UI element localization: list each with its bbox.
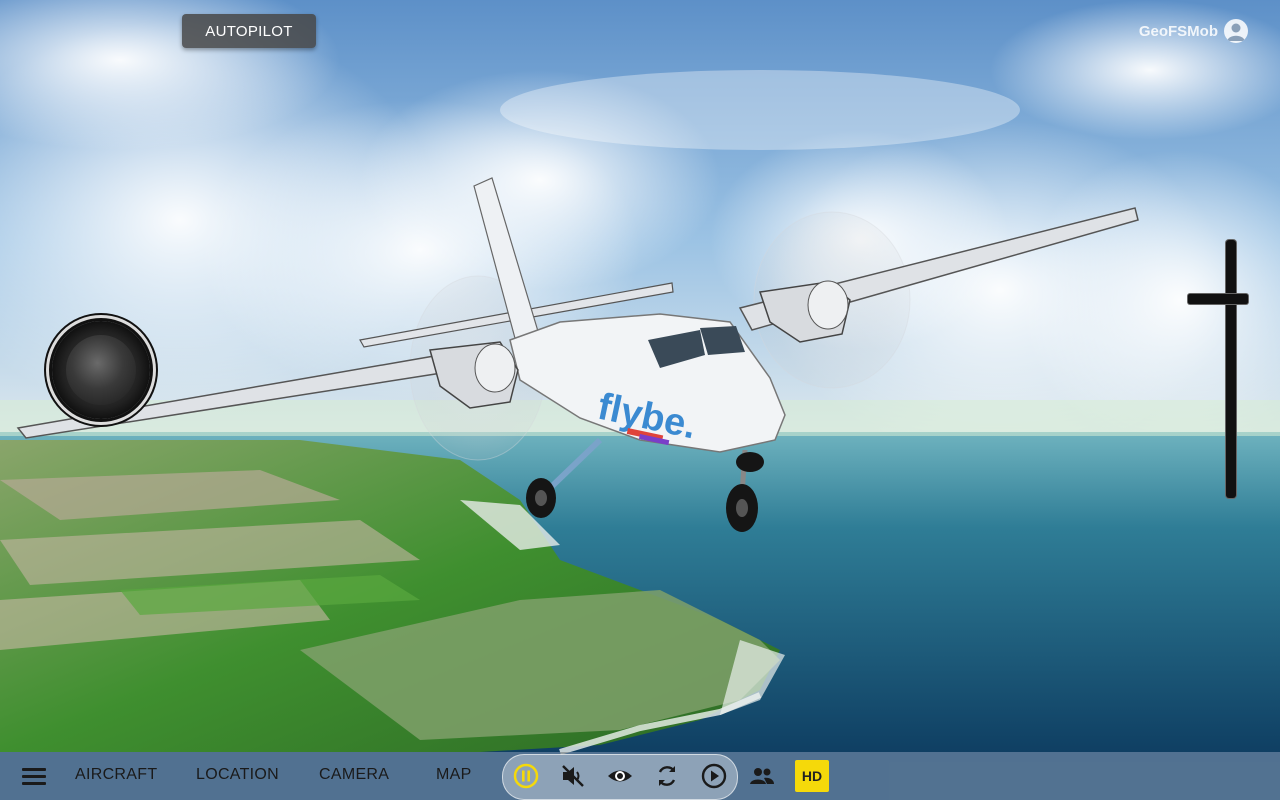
joystick[interactable]	[52, 321, 150, 419]
eye-icon[interactable]	[606, 762, 634, 790]
nav-map[interactable]: MAP	[436, 766, 472, 784]
username-label: GeoFSMob	[1138, 22, 1218, 40]
joystick-knob[interactable]	[66, 335, 136, 405]
autopilot-button[interactable]: AUTOPILOT	[182, 14, 316, 48]
hamburger-menu-icon[interactable]	[22, 768, 46, 786]
refresh-icon[interactable]	[653, 762, 681, 790]
user-badge[interactable]: GeoFSMob	[1139, 18, 1248, 44]
nav-camera[interactable]: CAMERA	[319, 766, 389, 784]
play-icon[interactable]	[700, 762, 728, 790]
hd-toggle-button[interactable]: HD	[795, 760, 829, 792]
nav-aircraft[interactable]: AIRCRAFT	[75, 766, 157, 784]
pause-icon[interactable]	[512, 762, 540, 790]
account-icon	[1224, 19, 1248, 43]
nav-location[interactable]: LOCATION	[196, 766, 279, 784]
throttle-handle[interactable]	[1188, 294, 1248, 304]
people-icon[interactable]	[748, 762, 776, 790]
flight-scene: flybe.	[0, 0, 1280, 800]
mute-icon[interactable]	[559, 762, 587, 790]
throttle-slider[interactable]	[1226, 240, 1236, 498]
